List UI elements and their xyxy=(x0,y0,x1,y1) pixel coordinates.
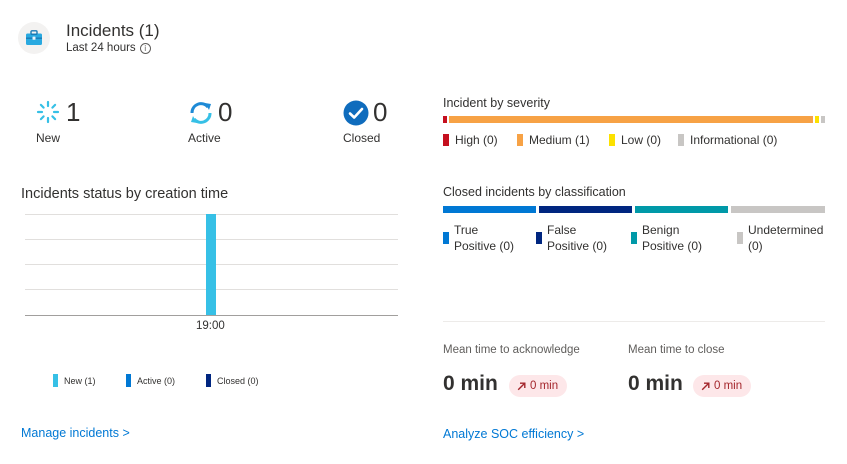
legend-label-line1: False xyxy=(547,223,577,237)
legend-label-line2: Positive (0) xyxy=(642,239,703,253)
page-title: Incidents (1) xyxy=(66,21,160,40)
arrow-up-right-icon xyxy=(701,382,710,390)
severity-legend-label: Low (0) xyxy=(621,133,662,147)
legend-swatch xyxy=(609,134,615,146)
briefcase-icon xyxy=(26,30,42,45)
classification-legend-benign-positive: Benign Positive (0) xyxy=(631,222,702,254)
incidents-avatar xyxy=(18,22,50,54)
chart-legend-label: Active (0) xyxy=(137,375,176,386)
chart-title: Incidents status by creation time xyxy=(21,186,229,202)
classification-legend-false-positive: False Positive (0) xyxy=(536,222,607,254)
chart-legend-active[interactable]: Active (0) xyxy=(126,374,175,387)
chart-x-axis xyxy=(25,315,398,316)
legend-label-line1: Benign xyxy=(642,223,680,237)
mttc-value: 0 min xyxy=(628,372,683,395)
stat-active-label: Active xyxy=(188,131,221,145)
spinner-icon xyxy=(36,100,60,124)
section-divider xyxy=(443,321,825,322)
time-range-label: Last 24 hours xyxy=(66,42,136,54)
mtta-change-badge: 0 min xyxy=(509,375,568,397)
chart-legend-closed[interactable]: Closed (0) xyxy=(206,374,259,387)
legend-swatch xyxy=(631,232,637,244)
stat-closed-value: 0 xyxy=(373,97,388,127)
severity-bar-low[interactable] xyxy=(815,116,819,123)
classification-bar-undetermined[interactable] xyxy=(731,206,825,213)
severity-bar-informational[interactable] xyxy=(821,116,825,123)
severity-legend-medium: Medium (1) xyxy=(517,133,590,147)
legend-swatch xyxy=(206,374,211,387)
mtta-value: 0 min xyxy=(443,372,498,395)
stat-new-value: 1 xyxy=(66,97,81,127)
stat-new-label: New xyxy=(36,131,61,145)
check-circle-icon xyxy=(343,100,369,126)
classification-bar-false-positive[interactable] xyxy=(539,206,632,213)
chart-legend-new[interactable]: New (1) xyxy=(53,374,96,387)
severity-legend-label: Medium (1) xyxy=(529,133,590,147)
legend-label-line1: True xyxy=(454,223,479,237)
chart-legend-label: New (1) xyxy=(64,375,96,386)
severity-legend-label: High (0) xyxy=(455,133,498,147)
info-icon[interactable]: i xyxy=(139,42,151,54)
chart-x-tick: 19:00 xyxy=(196,320,225,332)
legend-label-line2: (0) xyxy=(748,239,763,253)
severity-legend-informational: Informational (0) xyxy=(678,133,777,147)
severity-bar-medium[interactable] xyxy=(449,116,813,123)
stat-active-value: 0 xyxy=(218,97,233,127)
analyze-soc-efficiency-link[interactable]: Analyze SOC efficiency > xyxy=(443,427,584,441)
legend-swatch xyxy=(53,374,58,387)
time-range: Last 24 hours i xyxy=(66,42,151,54)
mtta-change-value: 0 min xyxy=(530,380,559,392)
classification-title: Closed incidents by classification xyxy=(443,185,626,199)
legend-swatch xyxy=(536,232,542,244)
arrow-up-right-icon xyxy=(517,382,526,390)
legend-swatch xyxy=(517,134,523,146)
legend-swatch xyxy=(678,134,684,146)
legend-swatch xyxy=(443,134,449,146)
chart-legend-label: Closed (0) xyxy=(217,375,259,386)
manage-incidents-link[interactable]: Manage incidents > xyxy=(21,426,130,440)
mttc-label: Mean time to close xyxy=(628,344,725,356)
legend-label-line2: Positive (0) xyxy=(454,239,515,253)
refresh-icon xyxy=(190,102,212,124)
mtta-label: Mean time to acknowledge xyxy=(443,344,580,356)
severity-legend-label: Informational (0) xyxy=(690,133,778,147)
classification-legend-true-positive: True Positive (0) xyxy=(443,222,514,254)
classification-bar-benign-positive[interactable] xyxy=(635,206,728,213)
severity-legend-high: High (0) xyxy=(443,133,498,147)
legend-swatch xyxy=(737,232,743,244)
chart-bar-new[interactable] xyxy=(206,214,216,315)
severity-legend-low: Low (0) xyxy=(609,133,661,147)
severity-bar-high[interactable] xyxy=(443,116,447,123)
classification-legend-undetermined: Undetermined (0) xyxy=(737,222,823,254)
severity-title: Incident by severity xyxy=(443,96,550,110)
legend-label-line1: Undetermined xyxy=(748,223,824,237)
mttc-change-badge: 0 min xyxy=(693,375,752,397)
stat-closed-label: Closed xyxy=(343,131,381,145)
legend-swatch xyxy=(126,374,131,387)
legend-label-line2: Positive (0) xyxy=(547,239,608,253)
mttc-change-value: 0 min xyxy=(714,380,743,392)
classification-bar-true-positive[interactable] xyxy=(443,206,536,213)
legend-swatch xyxy=(443,232,449,244)
